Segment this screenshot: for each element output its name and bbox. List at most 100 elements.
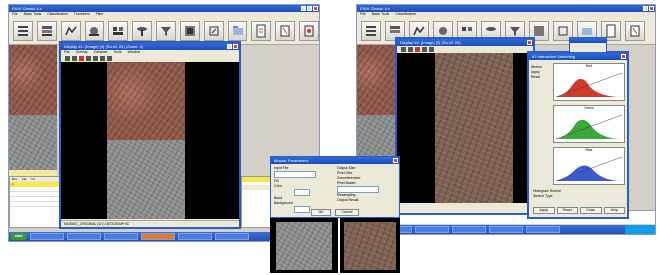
histogram-help-button[interactable]: Help <box>603 207 625 214</box>
tool-roi-icon[interactable] <box>422 47 427 52</box>
tool-pan-icon[interactable] <box>72 56 77 61</box>
histogram-blue[interactable]: Blue <box>553 147 625 185</box>
image-menu-enhance[interactable]: Enhance <box>94 50 108 54</box>
menu-classification[interactable]: Classification <box>395 12 416 16</box>
tool-select-icon[interactable] <box>415 47 420 52</box>
dialog-left-column: Input File Fill Color Band Background <box>274 166 332 213</box>
histogram-reset-button[interactable]: Reset <box>556 207 578 214</box>
right-desktop: ENVI Classic 4.x File Basic Tools Classi… <box>356 4 656 235</box>
histogram-titlebar: #2 Interactive Stretching <box>529 53 627 60</box>
label-output-result: Output Result <box>337 198 359 202</box>
left-table-panel: Bxx File Inf 1 <box>9 176 61 228</box>
tool-profile-icon[interactable] <box>93 56 98 61</box>
warp-icon[interactable] <box>84 20 105 41</box>
input-file-field[interactable] <box>274 171 316 178</box>
document-icon[interactable] <box>251 20 272 41</box>
filter-icon[interactable] <box>156 20 176 41</box>
close-icon[interactable] <box>527 40 532 45</box>
small-floating-window[interactable] <box>569 37 607 53</box>
histogram-green[interactable]: Green <box>553 105 625 143</box>
maximize-icon[interactable] <box>307 6 312 11</box>
right-image-window[interactable]: Display #2: (Image) [0] (Scroll: 25) <box>395 37 535 215</box>
tool-zoom-icon[interactable] <box>401 47 406 52</box>
help-icon[interactable] <box>275 20 296 41</box>
right-image-window-title: Display #2: (Image) [0] (Scroll: 25) <box>400 40 461 45</box>
taskbar-item[interactable] <box>525 226 560 233</box>
mosaic-dialog-group: Mosaic Parameters Input File Fill Color … <box>270 156 400 273</box>
tool-profile-icon[interactable] <box>429 47 434 52</box>
histogram-apply-button[interactable]: Apply <box>533 207 555 214</box>
taskbar-item[interactable] <box>488 226 523 233</box>
close-icon[interactable] <box>393 158 398 163</box>
taskbar-item[interactable] <box>414 226 449 233</box>
taskbar-item[interactable] <box>29 233 64 240</box>
dialog-cancel-button[interactable]: Cancel <box>335 209 359 216</box>
tool-roi-icon[interactable] <box>86 56 91 61</box>
right-background-image-top <box>357 45 397 115</box>
histogram-red[interactable]: Red <box>553 63 625 101</box>
stack-icon[interactable] <box>203 20 224 41</box>
dialog-ok-button[interactable]: OK <box>311 209 331 216</box>
close-icon[interactable] <box>313 6 318 11</box>
menu-file[interactable]: File <box>360 12 366 16</box>
right-image-canvas[interactable] <box>397 53 533 203</box>
taskbar-item[interactable] <box>177 233 212 240</box>
right-app-titlebar: ENVI Classic 4.x <box>357 5 655 12</box>
menu-basic-tools[interactable]: Basic Tools <box>372 12 390 16</box>
mosaic-icon[interactable] <box>108 20 129 41</box>
mosaic-type-field[interactable] <box>337 186 379 193</box>
table-row[interactable] <box>10 202 60 207</box>
layers-icon[interactable] <box>36 20 57 41</box>
image-menu-tools[interactable]: Tools <box>113 50 121 54</box>
spectral-icon[interactable] <box>179 20 200 41</box>
maximize-icon[interactable] <box>643 6 648 11</box>
histogram-window[interactable]: #2 Interactive Stretching Stretch Apply … <box>527 51 629 219</box>
tool-select-icon[interactable] <box>79 56 84 61</box>
preview-panel-left <box>270 218 338 273</box>
right-app-title: ENVI Classic 4.x <box>360 6 390 11</box>
minimize-icon[interactable] <box>301 6 306 11</box>
histogram-side-labels: Stretch Apply Reset <box>531 65 551 80</box>
menu-classification[interactable]: Classification <box>47 12 68 16</box>
image-menu-overlay[interactable]: Overlay <box>76 50 88 54</box>
mosaic-tile-top <box>107 62 185 140</box>
taskbar-item[interactable] <box>140 233 175 240</box>
dialog-right-column: Output Size Pixel Size Georeferenced Pix… <box>337 166 397 203</box>
exit-icon[interactable] <box>299 20 319 41</box>
image-canvas[interactable] <box>61 62 239 219</box>
close-icon[interactable] <box>621 54 626 59</box>
map-icon[interactable] <box>60 20 81 41</box>
menu-basic-tools[interactable]: Basic Tools <box>24 12 42 16</box>
open-icon[interactable] <box>227 20 248 41</box>
tool-link-icon[interactable] <box>107 56 112 61</box>
histogram-button-row: Apply Reset Close Help <box>533 207 625 214</box>
small-window-titlebar <box>570 38 606 43</box>
file-icon[interactable] <box>361 20 381 41</box>
histogram-window-title: #2 Interactive Stretching <box>532 54 576 59</box>
menu-file[interactable]: File <box>12 12 18 16</box>
classify-icon[interactable] <box>132 20 153 41</box>
histogram-close-button[interactable]: Close <box>580 207 602 214</box>
background-field[interactable] <box>294 206 310 213</box>
close-icon[interactable] <box>649 6 654 11</box>
tool-measure-icon[interactable] <box>100 56 105 61</box>
menu-transform[interactable]: Transform <box>74 12 90 16</box>
taskbar-item[interactable] <box>451 226 486 233</box>
menu-filter[interactable]: Filter <box>96 12 104 16</box>
close-icon[interactable] <box>233 44 238 49</box>
help-icon[interactable] <box>625 20 645 41</box>
maximize-icon[interactable] <box>227 44 232 49</box>
mosaic-parameters-dialog[interactable]: Mosaic Parameters Input File Fill Color … <box>270 156 400 218</box>
tool-pan-icon[interactable] <box>408 47 413 52</box>
image-menu-file[interactable]: File <box>64 50 70 54</box>
image-display-window[interactable]: Display #1: (Image) [0] (Scroll: 25) (Zo… <box>59 41 241 229</box>
image-menu-window[interactable]: Window <box>128 50 140 54</box>
taskbar-item[interactable] <box>66 233 101 240</box>
mosaic-result-tile <box>435 53 513 203</box>
taskbar-item[interactable] <box>103 233 138 240</box>
color-field[interactable] <box>294 189 310 196</box>
start-button[interactable]: start <box>11 233 27 240</box>
tool-zoom-icon[interactable] <box>65 56 70 61</box>
file-icon[interactable] <box>13 20 33 41</box>
taskbar-item[interactable] <box>214 233 249 240</box>
